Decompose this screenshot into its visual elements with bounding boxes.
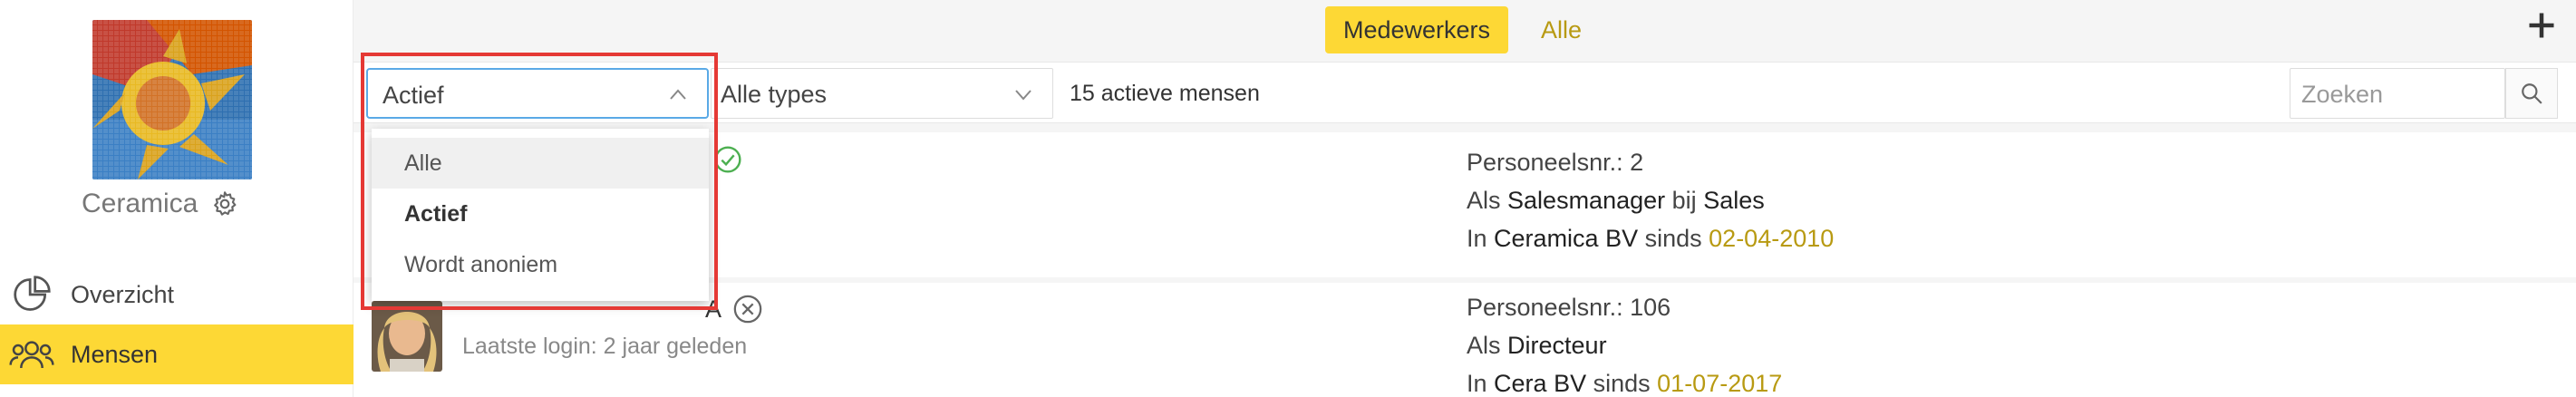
types-select-value: Alle types (721, 81, 828, 108)
personnel-number: 2 (1630, 149, 1644, 176)
in-label: In (1467, 370, 1487, 397)
plus-icon[interactable] (2525, 9, 2558, 42)
company-logo (92, 20, 252, 179)
search-input[interactable]: Zoeken (2290, 68, 2505, 119)
chevron-up-icon (670, 89, 686, 100)
last-login: Laatste login: 2 jaar geleden (462, 334, 748, 359)
since-label: sinds (1593, 370, 1651, 397)
since-date[interactable]: 02-04-2010 (1709, 225, 1834, 252)
status-dropdown-menu: Alle Actief Wordt anoniem (372, 129, 709, 301)
department: Sales (1703, 187, 1765, 214)
sidebar: Ceramica Overzicht Mensen (0, 0, 353, 397)
person-info: Personeelsnr.: 106 Als Directeur In Cera… (1467, 288, 1782, 397)
avatar (372, 301, 442, 372)
personnel-label: Personeelsnr.: (1467, 149, 1623, 176)
role: Directeur (1507, 332, 1607, 359)
since-label: sinds (1644, 225, 1702, 252)
search-icon (2522, 83, 2542, 104)
role: Salesmanager (1507, 187, 1666, 214)
topbar: Medewerkers Alle (353, 0, 2576, 62)
personnel-number-line: Personeelsnr.: 2 (1467, 143, 1834, 181)
person-info: Personeelsnr.: 2 Als Salesmanager bij Sa… (1467, 143, 1834, 257)
sidebar-item-mensen[interactable]: Mensen (0, 324, 353, 384)
personnel-number-line: Personeelsnr.: 106 (1467, 288, 1782, 326)
gear-icon[interactable] (210, 189, 239, 218)
status-select[interactable]: Actief (366, 68, 709, 119)
as-label: Als (1467, 332, 1501, 359)
employment-line: In Ceramica BV sinds 02-04-2010 (1467, 219, 1834, 257)
dropdown-option-alle[interactable]: Alle (372, 138, 709, 189)
since-date[interactable]: 01-07-2017 (1657, 370, 1782, 397)
filter-bar: Actief Alle types 15 actieve mensen Zoek… (353, 62, 2576, 123)
pie-chart-icon (9, 275, 54, 315)
tab-alle[interactable]: Alle (1541, 6, 1582, 53)
as-label: Als (1467, 187, 1501, 214)
search-button[interactable] (2505, 68, 2558, 119)
search-placeholder: Zoeken (2301, 81, 2384, 108)
at-label: bij (1671, 187, 1697, 214)
chevron-down-icon (1015, 90, 1031, 101)
dropdown-option-wordt-anoniem[interactable]: Wordt anoniem (372, 239, 709, 290)
employment-line: In Cera BV sinds 01-07-2017 (1467, 364, 1782, 397)
role-line: Als Directeur (1467, 326, 1782, 364)
company-name: Ceramica (82, 189, 199, 218)
sidebar-item-overzicht[interactable]: Overzicht (0, 265, 353, 324)
people-icon (9, 334, 54, 374)
check-circle-icon (713, 146, 741, 173)
people-count: 15 actieve mensen (1070, 81, 1260, 106)
personnel-number: 106 (1630, 294, 1671, 321)
role-line: Als Salesmanager bij Sales (1467, 181, 1834, 219)
dropdown-option-actief[interactable]: Actief (372, 189, 709, 239)
employer: Cera BV (1494, 370, 1587, 397)
company-header: Ceramica (82, 189, 239, 219)
types-select[interactable]: Alle types (711, 68, 1053, 119)
sidebar-item-label: Overzicht (71, 280, 175, 308)
x-circle-icon (733, 295, 762, 324)
personnel-label: Personeelsnr.: (1467, 294, 1623, 321)
tab-medewerkers[interactable]: Medewerkers (1325, 6, 1509, 53)
status-select-value: Actief (383, 82, 444, 109)
in-label: In (1467, 225, 1487, 252)
sidebar-item-label: Mensen (71, 340, 159, 368)
employer: Ceramica BV (1494, 225, 1639, 252)
